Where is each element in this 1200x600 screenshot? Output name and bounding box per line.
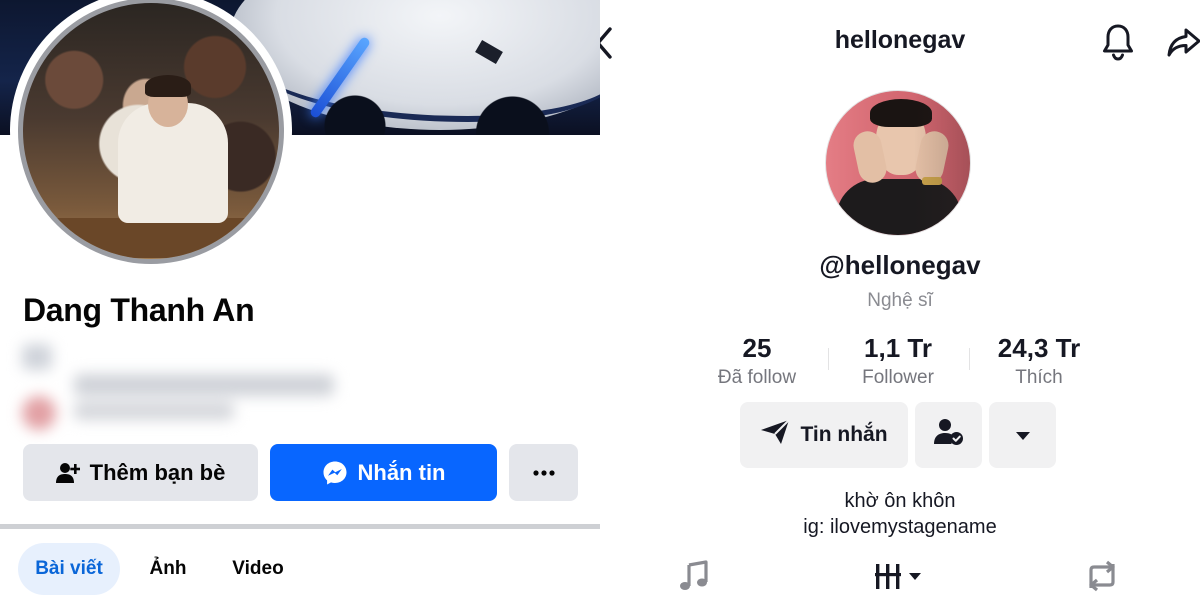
stat-label: Thích [1015,367,1063,388]
avatar-table [53,218,263,258]
cover-crowd [250,70,600,135]
tab-photos[interactable]: Ảnh [140,543,196,595]
blurred-block [22,396,56,430]
stat-value: 1,1 Tr [864,333,932,363]
more-options-button[interactable] [509,444,578,501]
blurred-info [14,340,344,438]
dropdown-icon [1015,423,1031,447]
add-friend-icon [55,462,80,484]
stat-value: 25 [742,333,772,363]
profile-name: Dang Thanh An [23,292,255,328]
bio: khờ ôn khôn ig: ilovemystagename [600,488,1200,540]
section-divider [0,524,600,529]
suggestions-dropdown-button[interactable] [989,402,1056,468]
videos-grid-icon [873,561,927,596]
friend-check-icon [933,418,964,452]
message-label: Nhắn tin [357,459,446,485]
blurred-block [74,374,334,396]
content-tabs [600,556,1200,600]
message-button[interactable]: Tin nhắn [740,402,908,468]
tab-videos[interactable]: Video [222,543,294,595]
share-icon[interactable] [1166,24,1200,60]
friend-status-button[interactable] [915,402,982,468]
bio-line: khờ ôn khôn [844,490,956,512]
message-button[interactable]: Nhắn tin [270,444,497,501]
bell-icon[interactable] [1100,22,1136,62]
tab-repost[interactable] [1084,560,1120,596]
stat-value: 24,3 Tr [997,333,1081,363]
blurred-block [74,402,234,420]
tiktok-profile-panel: hellonegav @hellonegav Nghệ sĩ 25 Đã fol… [600,0,1200,600]
music-icon [679,559,709,597]
facebook-profile-panel: Dang Thanh An Thêm bạn bè Nhắn tin Bài v… [0,0,600,600]
messenger-icon [322,460,348,486]
profile-avatar[interactable] [18,0,284,264]
repost-icon [1085,560,1119,597]
stat-likes: 24,3 Tr Thích [964,333,1114,389]
bio-line: ig: ilovemystagename [803,516,997,538]
stat-label: Đã follow [717,367,797,388]
add-friend-button[interactable]: Thêm bạn bè [23,444,258,501]
more-icon [532,469,555,476]
tab-music[interactable] [676,559,712,597]
avatar-shade [826,91,970,235]
stat-following[interactable]: 25 Đã follow [682,333,832,389]
profile-avatar[interactable] [825,90,971,236]
add-friend-label: Thêm bạn bè [89,459,226,485]
blurred-block [22,344,52,370]
tab-videos[interactable] [873,560,927,596]
send-icon [760,419,791,451]
message-label: Tin nhắn [800,423,888,446]
tab-posts[interactable]: Bài viết [18,543,120,595]
avatar-hair [145,75,191,97]
username: @hellonegav [819,250,981,280]
stat-label: Follower [862,367,934,388]
profile-category: Nghệ sĩ [867,290,933,311]
stat-followers[interactable]: 1,1 Tr Follower [823,333,973,389]
